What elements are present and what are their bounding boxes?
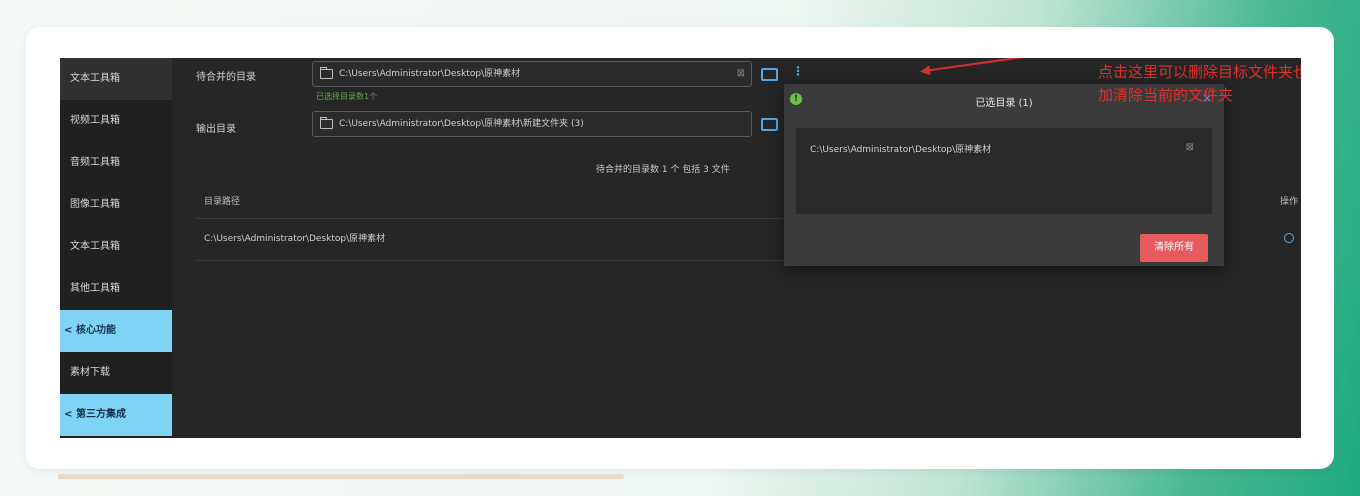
app-screenshot: 文本工具箱 视频工具箱 音频工具箱 图像工具箱 文本工具箱 其他工具箱 < 核心功… bbox=[60, 58, 1301, 438]
source-dir-field[interactable]: C:\Users\Administrator\Desktop\原神素材 ⊠ bbox=[312, 61, 752, 87]
annotation-text-line-1: 点击这里可以删除目标文件夹也可以添 bbox=[1098, 63, 1301, 81]
annotation-text-line-2: 加清除当前的文件夹 bbox=[1098, 86, 1234, 104]
source-dir-path: C:\Users\Administrator\Desktop\原神素材 bbox=[339, 69, 521, 79]
merge-summary: 待合并的目录数 1 个 包括 3 文件 bbox=[596, 165, 730, 175]
browse-output-folder-icon[interactable] bbox=[761, 118, 778, 131]
table-row-path: C:\Users\Administrator\Desktop\原神素材 bbox=[204, 234, 386, 244]
output-dir-path: C:\Users\Administrator\Desktop\原神素材\新建文件… bbox=[339, 119, 584, 129]
sidebar: 文本工具箱 视频工具箱 音频工具箱 图像工具箱 文本工具箱 其他工具箱 < 核心功… bbox=[60, 58, 172, 438]
browse-folder-icon[interactable] bbox=[761, 68, 778, 81]
sidebar-item-text-toolbox-2[interactable]: 文本工具箱 bbox=[60, 226, 172, 268]
sidebar-item-label: 文本工具箱 bbox=[70, 73, 120, 84]
sidebar-item-label: 其他工具箱 bbox=[70, 283, 120, 294]
sidebar-item-video-toolbox[interactable]: 视频工具箱 bbox=[60, 100, 172, 142]
sidebar-item-material-download[interactable]: 素材下载 bbox=[60, 352, 172, 394]
sidebar-group-label: 核心功能 bbox=[76, 325, 116, 336]
folder-icon bbox=[320, 117, 333, 129]
clear-all-button[interactable]: 清除所有 bbox=[1140, 234, 1208, 262]
popup-dir-list: C:\Users\Administrator\Desktop\原神素材 ⊠ bbox=[796, 128, 1212, 214]
sidebar-item-label: 素材下载 bbox=[70, 367, 110, 378]
sidebar-item-other-toolbox[interactable]: 其他工具箱 bbox=[60, 268, 172, 310]
sidebar-item-audio-toolbox[interactable]: 音频工具箱 bbox=[60, 142, 172, 184]
output-dir-field[interactable]: C:\Users\Administrator\Desktop\原神素材\新建文件… bbox=[312, 111, 752, 137]
list-item: C:\Users\Administrator\Desktop\原神素材 bbox=[810, 145, 992, 155]
source-dir-label: 待合并的目录 bbox=[196, 72, 256, 83]
sidebar-item-label: 图像工具箱 bbox=[70, 199, 120, 210]
sidebar-group-label: 第三方集成 bbox=[76, 409, 126, 420]
delete-icon[interactable]: ⊠ bbox=[1186, 142, 1194, 153]
sidebar-item-label: 音频工具箱 bbox=[70, 157, 120, 168]
folder-icon bbox=[320, 67, 333, 79]
sidebar-item-image-toolbox[interactable]: 图像工具箱 bbox=[60, 184, 172, 226]
clear-icon[interactable]: ⊠ bbox=[737, 62, 745, 86]
sidebar-item-label: 视频工具箱 bbox=[70, 115, 120, 126]
sidebar-item-text-toolbox[interactable]: 文本工具箱 bbox=[60, 58, 172, 100]
more-options-icon[interactable]: ⋮ bbox=[792, 64, 804, 78]
sidebar-item-label: 文本工具箱 bbox=[70, 241, 120, 252]
output-dir-label: 输出目录 bbox=[196, 124, 236, 135]
annotation-arrow bbox=[923, 58, 1034, 72]
decorative-underline bbox=[58, 474, 624, 479]
sidebar-item-cut-off[interactable] bbox=[60, 436, 172, 438]
collapse-icon: < bbox=[64, 409, 73, 420]
info-icon[interactable] bbox=[1284, 233, 1294, 243]
table-header-path: 目录路径 bbox=[204, 197, 241, 207]
sidebar-group-third-party[interactable]: < 第三方集成 bbox=[60, 394, 172, 436]
sidebar-group-core[interactable]: < 核心功能 bbox=[60, 310, 172, 352]
collapse-icon: < bbox=[64, 325, 73, 336]
selected-count-hint: 已选择目录数1个 bbox=[316, 92, 378, 101]
main-panel: 待合并的目录 C:\Users\Administrator\Desktop\原神… bbox=[172, 58, 1301, 438]
table-header-action: 操作 bbox=[1280, 197, 1299, 207]
selected-dirs-popup: ! 已选目录 (1) × C:\Users\Administrator\Desk… bbox=[784, 84, 1224, 266]
